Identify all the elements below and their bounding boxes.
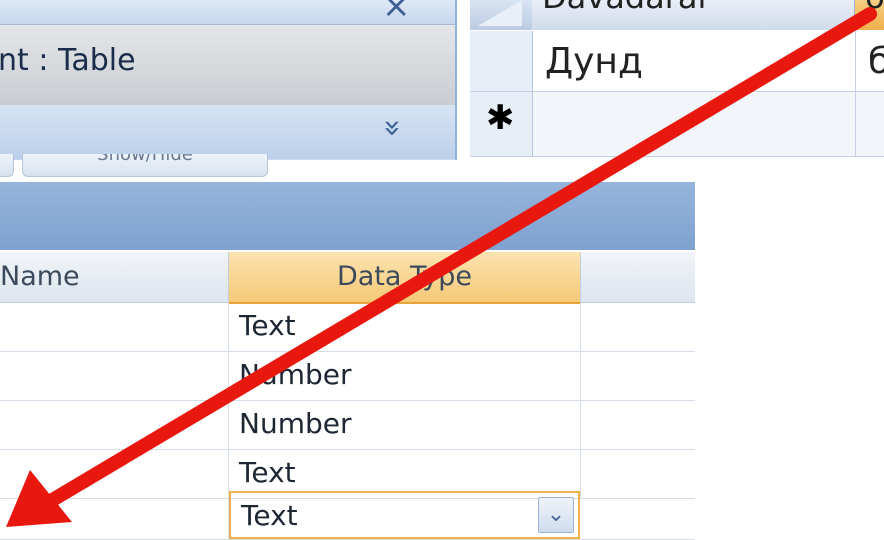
chevron-down-double-icon[interactable]: » (375, 119, 410, 137)
column-header-label: Name (0, 261, 80, 292)
datasheet-cell[interactable]: б (856, 31, 884, 92)
nav-pane-header: × (0, 0, 455, 26)
field-name-cell[interactable] (0, 352, 229, 400)
datasheet-new-cell[interactable] (533, 92, 856, 157)
datasheet-new-cell[interactable] (856, 92, 884, 157)
description-cell[interactable] (581, 491, 695, 539)
description-cell[interactable] (581, 352, 695, 400)
record-selector[interactable] (470, 31, 533, 92)
field-name-cell[interactable] (0, 401, 229, 449)
cell-value: Text (239, 456, 296, 489)
table-row: Text (0, 303, 695, 352)
field-name-cell[interactable] (0, 303, 229, 351)
table-design-view: Show/Hide Name Data Type Text Number Num… (0, 154, 695, 540)
nav-group-bar[interactable]: » (0, 105, 455, 159)
navigation-pane: × nt : Table » (0, 0, 457, 160)
ribbon-group-tab[interactable] (0, 154, 14, 177)
ribbon-group-tab[interactable]: Show/Hide (22, 154, 268, 177)
column-header-label: Data Type (336, 261, 473, 292)
new-record-selector[interactable]: ✱ (470, 92, 533, 157)
field-name-cell[interactable] (0, 491, 229, 539)
datasheet-view: Dаvаdаrаl б Дунд б ✱ (470, 0, 884, 160)
column-header-label: Dаvаdаrаl (542, 0, 706, 16)
close-icon[interactable]: × (382, 0, 411, 26)
column-header-data-type[interactable]: Data Type (229, 252, 581, 304)
nav-object-item[interactable]: nt : Table (0, 24, 455, 106)
nav-object-label: nt : Table (0, 43, 136, 78)
cell-value: Text (239, 309, 296, 342)
new-record-icon: ✱ (486, 98, 515, 138)
data-type-dropdown[interactable]: Text ⌄ (229, 491, 580, 539)
ribbon-tab-strip: Show/Hide (0, 154, 695, 182)
cell-value: Number (239, 358, 352, 391)
column-header-description[interactable] (581, 252, 695, 302)
field-grid-header: Name Data Type (0, 252, 695, 304)
select-all-triangle-icon (478, 0, 522, 26)
column-header-field-name[interactable]: Name (0, 252, 229, 302)
cell-value: б (868, 41, 884, 82)
data-type-cell[interactable]: Number (229, 401, 581, 449)
description-cell[interactable] (581, 303, 695, 351)
design-window-titlebar (0, 182, 695, 250)
dropdown-arrow-icon[interactable]: ⌄ (538, 497, 574, 533)
datasheet-column-header[interactable]: Dаvаdаrаl (532, 0, 855, 30)
data-type-cell[interactable]: Text (229, 303, 581, 351)
cell-value: Number (239, 407, 352, 440)
column-header-label: б (865, 0, 884, 16)
description-cell[interactable] (581, 401, 695, 449)
table-row: Number (0, 401, 695, 450)
select-all-corner[interactable] (470, 0, 533, 30)
table-row: Text ⌄ (0, 491, 695, 540)
data-type-cell[interactable]: Number (229, 352, 581, 400)
cell-value: Дунд (545, 41, 643, 82)
table-row: Number (0, 352, 695, 401)
datasheet-column-header[interactable]: б (855, 0, 884, 30)
datasheet-cell[interactable]: Дунд (533, 31, 856, 92)
cell-value: Text (241, 499, 298, 532)
ribbon-group-label: Show/Hide (97, 154, 193, 165)
